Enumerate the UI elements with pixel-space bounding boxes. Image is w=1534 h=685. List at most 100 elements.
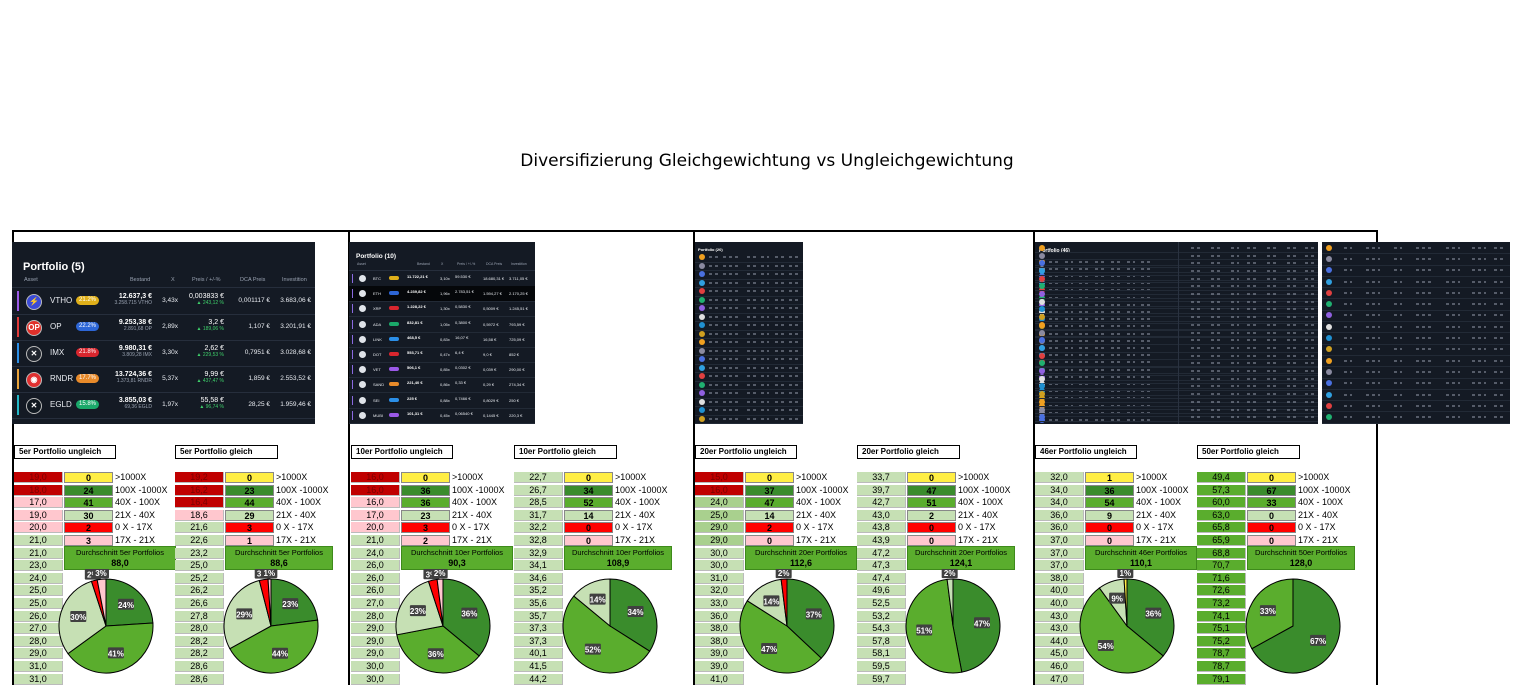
asset-row[interactable]: ✕ EGLD 15.8% 3.855,03 €69,36 EGLD 1,97x 55,58… bbox=[12, 392, 315, 419]
cell-text bbox=[723, 315, 732, 318]
dca-value: 0,8029 € bbox=[483, 397, 499, 403]
cell-text bbox=[1305, 362, 1314, 365]
cell-text bbox=[1191, 400, 1203, 403]
cell-text bbox=[1267, 346, 1277, 349]
svg-text:29%: 29% bbox=[236, 610, 252, 619]
allocation-badge bbox=[389, 321, 399, 326]
cell-text bbox=[1247, 254, 1259, 257]
range-label: >1000X bbox=[1298, 472, 1330, 482]
cell-text bbox=[1231, 316, 1239, 319]
portfolio5-header: Asset Bestand X Preis / +/-% DCA Preis I… bbox=[12, 277, 315, 288]
cell-text bbox=[1416, 382, 1432, 385]
cell-text bbox=[735, 315, 741, 318]
asset-row[interactable]: SAND 221,40 € 0,86x 0,33 € 0,29 € 274,34 € bbox=[349, 377, 535, 394]
bestand-cell: 3.855,03 €69,36 EGLD bbox=[104, 397, 152, 410]
pie-chart: 36% 54% 9% 1% bbox=[1079, 569, 1175, 674]
mini-row[interactable] bbox=[1322, 412, 1510, 424]
cell-text bbox=[775, 349, 784, 352]
cell-text bbox=[709, 315, 719, 318]
cell-text bbox=[1494, 404, 1506, 407]
average-value: 110,1 bbox=[1129, 558, 1153, 568]
cell-text bbox=[1231, 293, 1239, 296]
svg-text:33%: 33% bbox=[1260, 607, 1276, 616]
range-label: 40X - 100X bbox=[452, 497, 498, 508]
asset-row[interactable]: SEI 225 € 0,88x 0,7466 € 0,8029 € 250 € bbox=[349, 393, 535, 409]
asset-row[interactable]: ✕ IMX 21.8% 9.980,31 €3.809,28 IMX 3,30x 2,62… bbox=[12, 340, 315, 367]
asset-row[interactable]: VET 506,1 € 0,85x 0,0302 € 0,039 € 290,00 € bbox=[349, 362, 535, 379]
cell-text bbox=[735, 409, 741, 412]
asset-row[interactable]: OP OP 22.2% 9.253,38 €2.891,68 OP 2,89x 3,2 €… bbox=[12, 314, 315, 341]
pie-label: 36% bbox=[1145, 607, 1161, 619]
range-label: 21X - 40X bbox=[958, 509, 999, 520]
x-value: 0,88x bbox=[440, 397, 450, 403]
accent-bar bbox=[352, 380, 353, 390]
cell-text bbox=[735, 400, 741, 403]
cell-text bbox=[1394, 416, 1402, 419]
count-cell: 1 bbox=[1085, 472, 1134, 483]
cell-text bbox=[1267, 323, 1277, 326]
svg-text:36%: 36% bbox=[428, 650, 444, 659]
asset-icon bbox=[359, 411, 366, 419]
cell-text bbox=[775, 383, 784, 386]
asset-icon bbox=[699, 279, 705, 286]
pie-chart: 37% 47% 14% 2% bbox=[739, 569, 835, 674]
dca-value: 0,29 € bbox=[483, 382, 495, 388]
metric-cell: 29,0 bbox=[695, 522, 744, 534]
col-investition: Investition bbox=[282, 277, 307, 283]
count-cell: 67 bbox=[1247, 484, 1296, 496]
cell-text bbox=[1211, 362, 1221, 365]
average-value: 88,6 bbox=[270, 558, 288, 568]
svg-text:37%: 37% bbox=[806, 610, 822, 619]
asset-icon bbox=[359, 351, 366, 358]
count-cell: 36 bbox=[401, 497, 450, 509]
pie-label: 51% bbox=[916, 624, 932, 636]
cell-text bbox=[1191, 416, 1203, 419]
cell-text bbox=[1211, 393, 1221, 396]
cell-text bbox=[1231, 339, 1239, 342]
asset-icon bbox=[359, 381, 366, 389]
metric-cell: 16,0 bbox=[695, 484, 744, 496]
pie-label: 30% bbox=[70, 610, 86, 622]
mini-row[interactable] bbox=[695, 415, 803, 424]
allocation-badge: 21.8% bbox=[76, 348, 100, 357]
asset-icon bbox=[1326, 267, 1332, 274]
asset-row[interactable]: MUBI 101,31 € 0,45x 0,06540 € 0,1445 € 220,3 … bbox=[349, 408, 535, 424]
cell-text bbox=[709, 417, 719, 420]
cell-text bbox=[1247, 285, 1259, 288]
cell-text bbox=[1191, 269, 1203, 272]
cell-text bbox=[1267, 246, 1277, 249]
asset-name: BTC bbox=[373, 276, 381, 281]
mini-row[interactable] bbox=[1035, 413, 1318, 423]
cell-text bbox=[735, 392, 741, 395]
asset-icon bbox=[699, 407, 705, 414]
cell-text bbox=[1191, 385, 1203, 388]
range-label: 40X - 100X bbox=[1136, 497, 1182, 508]
asset-row[interactable]: ◉ RNDR 17.7% 13.724,36 €1.373,81 RNDR 5,37x 9… bbox=[12, 366, 315, 393]
asset-icon bbox=[699, 364, 705, 371]
asset-icon bbox=[1326, 323, 1332, 330]
cell-text bbox=[723, 392, 732, 395]
cell-text bbox=[1211, 300, 1221, 303]
asset-row[interactable]: ADA 832,81 € 1,05x 0,3800 € 0,5972 € 793,59 € bbox=[349, 317, 535, 333]
bestand-qty: 3.258.715 VTHO bbox=[114, 300, 152, 306]
cell-text bbox=[1394, 359, 1402, 362]
cell-text bbox=[1416, 269, 1432, 272]
cell-text bbox=[775, 281, 784, 284]
pie-label: 47% bbox=[761, 643, 777, 655]
asset-row[interactable]: BTC 11.722,21 € 3,10x 59.530 € 18.680,31 € 3.… bbox=[349, 271, 535, 287]
asset-row[interactable]: XRP 1.228,22 € 1,30x 0,5830 € 0,5009 € 1.245,… bbox=[349, 301, 535, 318]
asset-row[interactable]: LINK 468,5 € 0,83x 16,07 € 16,58 € 725,09 € bbox=[349, 332, 535, 348]
cell-text bbox=[1472, 393, 1486, 396]
investition-value: 250 € bbox=[509, 397, 520, 403]
range-label: 40X - 100X bbox=[115, 497, 161, 508]
range-label: 21X - 40X bbox=[1298, 509, 1339, 520]
asset-row[interactable]: ETH 4.239,82 € 1,96x 2.783,51 € 1.594,27 € 2.… bbox=[349, 286, 535, 303]
range-label: 100X -1000X bbox=[615, 484, 668, 495]
cell-text bbox=[789, 400, 798, 403]
cell-text bbox=[1416, 314, 1432, 317]
asset-row[interactable]: DOT 553,71 € 0,47x 6,4 € 9,0 € 852 € bbox=[349, 347, 535, 363]
cell-text bbox=[1446, 303, 1460, 306]
bestand-value: 225 € bbox=[407, 395, 418, 401]
asset-row[interactable]: ⚡ VTHO 21.2% 12.637,3 €3.258.715 VTHO 3,43x 0… bbox=[12, 288, 315, 315]
asset-icon bbox=[1039, 383, 1045, 390]
